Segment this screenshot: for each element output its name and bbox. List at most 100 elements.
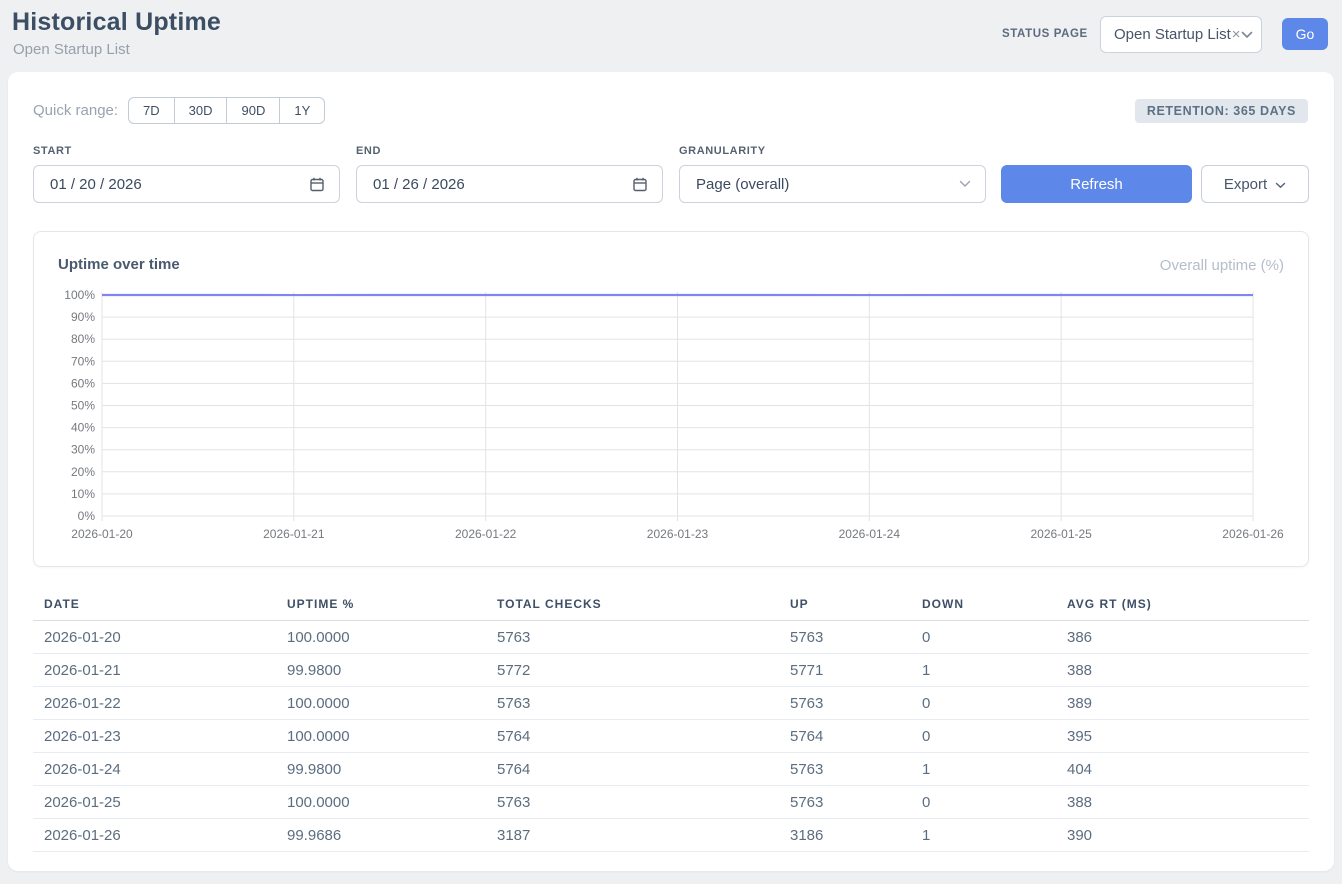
- table-cell: 404: [1056, 753, 1309, 786]
- table-cell: 388: [1056, 654, 1309, 687]
- svg-text:2026-01-20: 2026-01-20: [71, 527, 133, 541]
- table-row: 2026-01-22100.0000576357630389: [33, 687, 1309, 720]
- status-page-label: STATUS PAGE: [1002, 28, 1088, 40]
- chart-title: Uptime over time: [58, 256, 180, 273]
- refresh-button[interactable]: Refresh: [1001, 165, 1192, 203]
- svg-text:2026-01-21: 2026-01-21: [263, 527, 325, 541]
- table-cell: 5763: [486, 621, 779, 654]
- table-cell: 5763: [779, 687, 911, 720]
- table-cell: 100.0000: [276, 720, 486, 753]
- table-cell: 2026-01-21: [33, 654, 276, 687]
- table-cell: 390: [1056, 819, 1309, 852]
- table-cell: 388: [1056, 786, 1309, 819]
- chevron-down-icon: [1241, 31, 1253, 39]
- column-header: DOWN: [911, 591, 1056, 621]
- svg-text:2026-01-23: 2026-01-23: [647, 527, 709, 541]
- export-button[interactable]: Export: [1201, 165, 1309, 203]
- table-cell: 0: [911, 786, 1056, 819]
- table-row: 2026-01-23100.0000576457640395: [33, 720, 1309, 753]
- uptime-line-chart: 0%10%20%30%40%50%60%70%80%90%100%2026-01…: [50, 286, 1294, 548]
- clear-selection-icon[interactable]: ×: [1232, 26, 1241, 43]
- column-header: TOTAL CHECKS: [486, 591, 779, 621]
- table-cell: 5764: [486, 753, 779, 786]
- quick-range-label: Quick range:: [33, 102, 118, 119]
- table-cell: 3187: [486, 819, 779, 852]
- quick-range-7d-button[interactable]: 7D: [128, 97, 175, 124]
- table-cell: 5764: [486, 720, 779, 753]
- quick-range-30d-button[interactable]: 30D: [174, 97, 228, 124]
- svg-text:90%: 90%: [71, 310, 95, 324]
- table-cell: 100.0000: [276, 687, 486, 720]
- svg-text:40%: 40%: [71, 421, 95, 435]
- calendar-icon[interactable]: [309, 176, 325, 192]
- table-cell: 1: [911, 753, 1056, 786]
- export-button-label: Export: [1224, 176, 1267, 193]
- table-cell: 99.9800: [276, 654, 486, 687]
- table-cell: 99.9800: [276, 753, 486, 786]
- status-page-selected-value: Open Startup List: [1114, 26, 1231, 43]
- end-date-value: 01 / 26 / 2026: [373, 176, 465, 193]
- status-page-select[interactable]: Open Startup List×: [1100, 16, 1262, 53]
- svg-text:2026-01-24: 2026-01-24: [839, 527, 901, 541]
- table-cell: 5763: [779, 753, 911, 786]
- granularity-select[interactable]: Page (overall): [679, 165, 986, 203]
- start-date-value: 01 / 20 / 2026: [50, 176, 142, 193]
- table-row: 2026-01-2699.9686318731861390: [33, 819, 1309, 852]
- granularity-label: GRANULARITY: [679, 145, 766, 157]
- svg-text:20%: 20%: [71, 465, 95, 479]
- table-cell: 5772: [486, 654, 779, 687]
- table-cell: 99.9686: [276, 819, 486, 852]
- table-cell: 2026-01-24: [33, 753, 276, 786]
- page-title: Historical Uptime: [12, 8, 221, 37]
- svg-text:2026-01-22: 2026-01-22: [455, 527, 517, 541]
- svg-text:2026-01-26: 2026-01-26: [1222, 527, 1284, 541]
- table-cell: 389: [1056, 687, 1309, 720]
- column-header: UP: [779, 591, 911, 621]
- end-date-label: END: [356, 145, 381, 157]
- table-cell: 0: [911, 687, 1056, 720]
- quick-range-group: 7D30D90D1Y: [128, 97, 325, 124]
- table-cell: 386: [1056, 621, 1309, 654]
- table-header-row: DATEUPTIME %TOTAL CHECKSUPDOWNAVG RT (MS…: [33, 591, 1309, 621]
- svg-text:10%: 10%: [71, 487, 95, 501]
- column-header: DATE: [33, 591, 276, 621]
- svg-text:2026-01-25: 2026-01-25: [1030, 527, 1092, 541]
- page-subtitle: Open Startup List: [13, 41, 130, 58]
- start-date-input[interactable]: 01 / 20 / 2026: [33, 165, 340, 203]
- granularity-selected-value: Page (overall): [696, 176, 789, 193]
- table-cell: 5763: [486, 687, 779, 720]
- table-cell: 395: [1056, 720, 1309, 753]
- table-cell: 5771: [779, 654, 911, 687]
- quick-range-90d-button[interactable]: 90D: [226, 97, 280, 124]
- table-cell: 2026-01-23: [33, 720, 276, 753]
- svg-text:70%: 70%: [71, 354, 95, 368]
- table-cell: 1: [911, 819, 1056, 852]
- quick-range-1y-button[interactable]: 1Y: [279, 97, 325, 124]
- table-cell: 100.0000: [276, 621, 486, 654]
- svg-text:50%: 50%: [71, 399, 95, 413]
- chevron-down-icon: [1275, 176, 1286, 193]
- column-header: AVG RT (MS): [1056, 591, 1309, 621]
- go-button[interactable]: Go: [1282, 18, 1328, 50]
- chart-legend-series: Overall uptime (%): [1160, 257, 1284, 274]
- uptime-chart-card: Uptime over time Overall uptime (%) 0%10…: [33, 231, 1309, 567]
- svg-text:100%: 100%: [64, 288, 95, 302]
- start-date-label: START: [33, 145, 72, 157]
- table-cell: 100.0000: [276, 786, 486, 819]
- column-header: UPTIME %: [276, 591, 486, 621]
- svg-text:80%: 80%: [71, 332, 95, 346]
- calendar-icon[interactable]: [632, 176, 648, 192]
- table-row: 2026-01-2199.9800577257711388: [33, 654, 1309, 687]
- table-cell: 2026-01-25: [33, 786, 276, 819]
- retention-badge: RETENTION: 365 DAYS: [1135, 99, 1308, 123]
- svg-text:60%: 60%: [71, 376, 95, 390]
- table-cell: 5763: [779, 621, 911, 654]
- table-cell: 3186: [779, 819, 911, 852]
- table-cell: 5764: [779, 720, 911, 753]
- table-cell: 0: [911, 720, 1056, 753]
- table-row: 2026-01-25100.0000576357630388: [33, 786, 1309, 819]
- svg-text:30%: 30%: [71, 443, 95, 457]
- end-date-input[interactable]: 01 / 26 / 2026: [356, 165, 663, 203]
- table-cell: 1: [911, 654, 1056, 687]
- uptime-table: DATEUPTIME %TOTAL CHECKSUPDOWNAVG RT (MS…: [33, 591, 1309, 852]
